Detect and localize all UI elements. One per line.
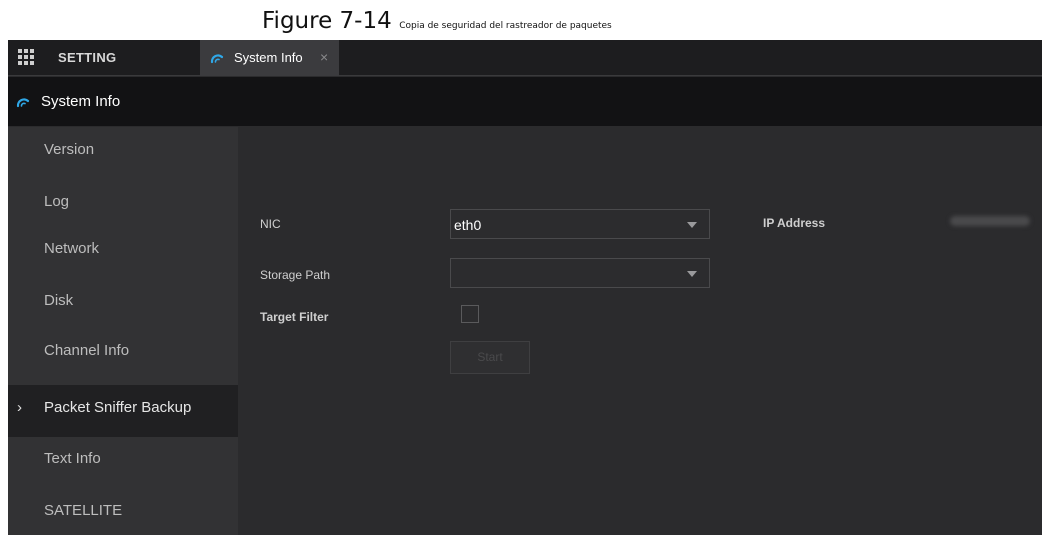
sidebar-item-label: Channel Info bbox=[44, 342, 130, 359]
sidebar-item-label: Text Info bbox=[44, 450, 101, 467]
page-title: System Info bbox=[41, 93, 121, 110]
page-header: System Info bbox=[8, 77, 1042, 126]
sidebar-item-label: Version bbox=[44, 141, 95, 158]
start-button[interactable]: Start bbox=[450, 341, 530, 374]
figure-caption: Figure 7-14 Copia de seguridad del rastr… bbox=[262, 8, 612, 38]
sidebar-item-network[interactable]: Network bbox=[8, 226, 238, 278]
nic-label: NIC bbox=[260, 217, 281, 231]
figure-number: Figure 7-14 bbox=[262, 8, 392, 34]
close-icon[interactable]: × bbox=[320, 49, 328, 65]
tab-label: System Info bbox=[234, 50, 303, 65]
tab-system-info[interactable]: System Info × bbox=[200, 40, 339, 76]
ip-address-label: IP Address bbox=[763, 216, 826, 230]
sidebar-item-log[interactable]: Log bbox=[8, 179, 238, 231]
chevron-down-icon bbox=[687, 222, 697, 228]
chevron-down-icon bbox=[687, 271, 697, 277]
sidebar-item-label: Log bbox=[44, 193, 70, 210]
top-bar: SETTING System Info × bbox=[8, 40, 1042, 76]
chevron-right-icon: › bbox=[17, 399, 22, 416]
system-info-icon bbox=[210, 54, 224, 64]
target-filter-checkbox[interactable] bbox=[461, 305, 479, 323]
figure-description: Copia de seguridad del rastreador de paq… bbox=[399, 21, 612, 31]
sidebar-item-channel-info[interactable]: Channel Info bbox=[8, 328, 238, 380]
sidebar-item-label: Disk bbox=[44, 292, 74, 309]
sidebar-item-packet-sniffer-backup[interactable]: › Packet Sniffer Backup bbox=[8, 385, 238, 437]
nic-select[interactable]: eth0 bbox=[450, 209, 710, 239]
storage-path-label: Storage Path bbox=[260, 268, 331, 282]
system-info-icon bbox=[16, 98, 30, 108]
grid-menu-icon[interactable] bbox=[18, 49, 34, 65]
sidebar: Version Log Network Disk Channel Info › … bbox=[8, 127, 238, 535]
sidebar-item-disk[interactable]: Disk bbox=[8, 278, 238, 330]
target-filter-label: Target Filter bbox=[260, 310, 329, 324]
main-content: NIC eth0 IP Address Storage Path Target … bbox=[238, 127, 1042, 535]
ip-address-value-redacted bbox=[950, 216, 1030, 226]
setting-label[interactable]: SETTING bbox=[58, 50, 116, 65]
sidebar-item-satellite[interactable]: SATELLITE bbox=[8, 488, 238, 535]
nic-value: eth0 bbox=[454, 217, 482, 233]
sidebar-item-label: Packet Sniffer Backup bbox=[44, 399, 192, 416]
sidebar-item-label: Network bbox=[44, 240, 100, 257]
sidebar-item-label: SATELLITE bbox=[44, 502, 123, 519]
storage-path-select[interactable] bbox=[450, 258, 710, 288]
sidebar-item-text-info[interactable]: Text Info bbox=[8, 436, 238, 488]
app-window: SETTING System Info × System Info Versio… bbox=[8, 40, 1042, 535]
sidebar-item-version[interactable]: Version bbox=[8, 127, 238, 179]
